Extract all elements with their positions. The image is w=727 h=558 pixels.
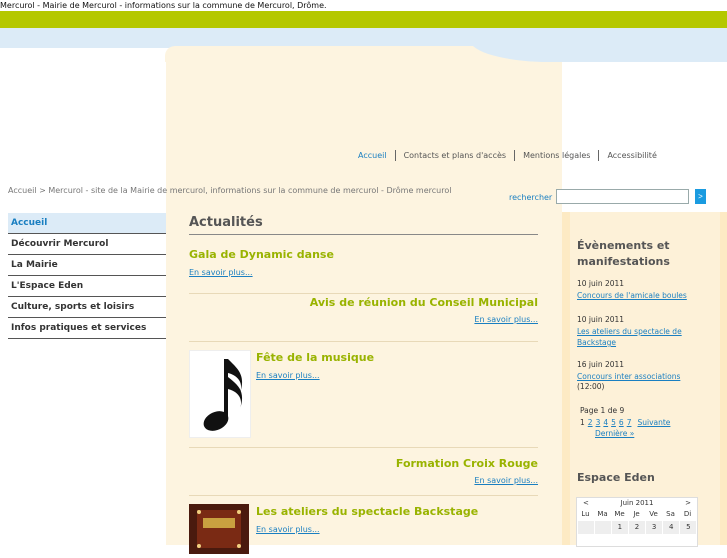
sidebar-item-decouvrir[interactable]: Découvrir Mercurol (8, 234, 166, 255)
event-date: 10 juin 2011 (577, 315, 625, 324)
news-title[interactable]: Gala de Dynamic danse (189, 248, 334, 261)
calendar-day[interactable]: 5 (680, 521, 697, 534)
site-title: Mercurol - Mairie de Mercurol - informat… (0, 1, 327, 10)
event-item: 10 juin 2011 Les ateliers du spectacle d… (577, 315, 702, 348)
music-note-image (189, 350, 251, 438)
topnav-mentions[interactable]: Mentions légales (515, 151, 598, 160)
pager: Page 1 de 9 1 2 3 4 5 6 7 Suivante Dernière » (580, 406, 710, 438)
calendar-day[interactable]: 4 (663, 521, 680, 534)
music-note-icon (203, 359, 243, 431)
pager-label: Page 1 de 9 (580, 406, 625, 415)
event-link[interactable]: Les ateliers du spectacle de Backstage (577, 326, 702, 348)
banner-curve (470, 40, 727, 62)
event-time: (12:00) (577, 382, 605, 391)
green-banner (0, 11, 727, 28)
news-item: Avis de réunion du Conseil Municipal En … (189, 294, 538, 342)
topnav-accueil[interactable]: Accueil (350, 151, 395, 160)
pager-page-6[interactable]: 6 (619, 418, 624, 427)
right-column: Évènements et manifestations 10 juin 201… (562, 212, 727, 545)
page-title: Actualités (189, 212, 538, 235)
sidebar-item-infos[interactable]: Infos pratiques et services (8, 318, 166, 339)
calendar-day[interactable]: 1 (611, 521, 628, 534)
espace-eden-heading: Espace Eden (577, 471, 655, 484)
calendar-day (594, 521, 611, 534)
weekday: Je (633, 510, 640, 518)
right-panel: Évènements et manifestations 10 juin 201… (570, 212, 720, 545)
backstage-poster-icon (189, 504, 249, 554)
event-date: 10 juin 2011 (577, 279, 625, 288)
search-input[interactable] (556, 189, 689, 204)
weekday: Me (614, 510, 625, 518)
news-more-link[interactable]: En savoir plus... (256, 371, 320, 380)
news-item: Les ateliers du spectacle Backstage En s… (189, 496, 538, 556)
weekday: Lu (581, 510, 590, 518)
pager-page-4[interactable]: 4 (603, 418, 608, 427)
event-date: 16 juin 2011 (577, 360, 625, 369)
pager-page-5[interactable]: 5 (611, 418, 616, 427)
news-title[interactable]: Les ateliers du spectacle Backstage (256, 505, 478, 518)
sidebar-item-accueil[interactable]: Accueil (8, 213, 166, 234)
event-link[interactable]: Concours inter associations (577, 371, 702, 382)
event-item: 16 juin 2011 Concours inter associations… (577, 360, 702, 391)
calendar-weekdays: Lu Ma Me Je Ve Sa Di (577, 508, 697, 521)
calendar-month: Juin 2011 (620, 499, 654, 507)
calendar-day[interactable]: 2 (628, 521, 646, 534)
calendar-prev-button[interactable]: < (583, 499, 589, 507)
pager-page-2[interactable]: 2 (588, 418, 593, 427)
event-item: 10 juin 2011 Concours de l'amicale boule… (577, 279, 702, 301)
pager-last[interactable]: Dernière » (595, 429, 634, 438)
weekday: Di (683, 510, 692, 518)
news-more-link[interactable]: En savoir plus... (189, 268, 253, 277)
news-title[interactable]: Formation Croix Rouge (396, 457, 538, 470)
news-more-link[interactable]: En savoir plus... (474, 476, 538, 485)
sidebar-item-mairie[interactable]: La Mairie (8, 255, 166, 276)
pager-next[interactable]: Suivante (637, 418, 670, 427)
calendar-next-button[interactable]: > (685, 499, 691, 507)
news-more-link[interactable]: En savoir plus... (474, 315, 538, 324)
backstage-image (189, 504, 249, 554)
topnav-accessibilite[interactable]: Accessibilité (599, 151, 664, 160)
calendar: < Juin 2011 > Lu Ma Me Je Ve Sa Di 1 2 3… (576, 497, 698, 547)
calendar-week: 1 2 3 4 5 (577, 521, 697, 534)
search-label: rechercher (509, 193, 553, 202)
news-item: Fête de la musique En savoir plus... (189, 342, 538, 448)
sidebar-item-espace-eden[interactable]: L'Espace Eden (8, 276, 166, 297)
pager-page-3[interactable]: 3 (596, 418, 601, 427)
breadcrumb: Accueil > Mercurol - site de la Mairie d… (8, 186, 452, 195)
calendar-day (577, 521, 594, 534)
news-item: Formation Croix Rouge En savoir plus... (189, 448, 538, 496)
top-navigation: Accueil Contacts et plans d'accès Mentio… (350, 150, 665, 161)
weekday: Sa (666, 510, 675, 518)
event-link[interactable]: Concours de l'amicale boules (577, 290, 702, 301)
news-column: Actualités Gala de Dynamic danse En savo… (189, 212, 538, 556)
news-title[interactable]: Fête de la musique (256, 351, 374, 364)
news-more-link[interactable]: En savoir plus... (256, 525, 320, 534)
events-heading: Évènements et manifestations (577, 239, 670, 268)
news-title[interactable]: Avis de réunion du Conseil Municipal (310, 296, 538, 309)
weekday: Ve (649, 510, 658, 518)
weekday: Ma (597, 510, 608, 518)
topnav-contacts[interactable]: Contacts et plans d'accès (396, 151, 515, 160)
search-button[interactable]: > (695, 189, 706, 204)
calendar-day[interactable]: 3 (646, 521, 663, 534)
pager-page-7[interactable]: 7 (627, 418, 632, 427)
pager-current: 1 (580, 418, 585, 427)
left-sidebar: Accueil Découvrir Mercurol La Mairie L'E… (8, 213, 166, 339)
news-item: Gala de Dynamic danse En savoir plus... (189, 235, 538, 294)
sidebar-item-culture[interactable]: Culture, sports et loisirs (8, 297, 166, 318)
